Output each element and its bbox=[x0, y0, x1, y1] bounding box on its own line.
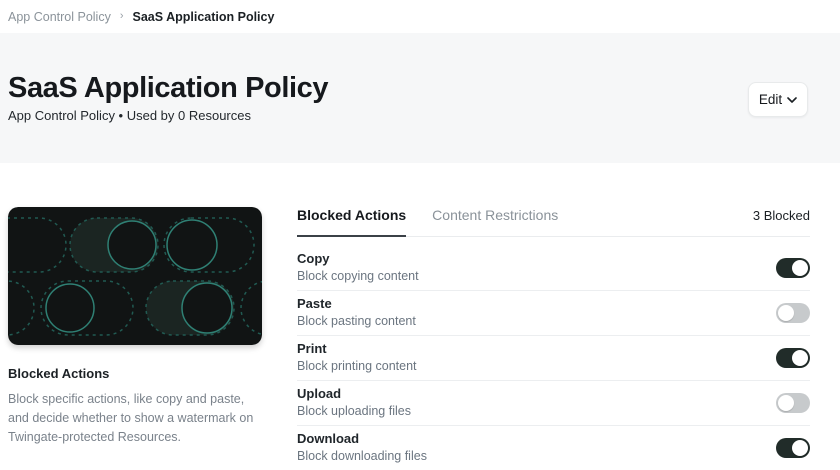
toggle-knob bbox=[778, 395, 794, 411]
page-title: SaaS Application Policy bbox=[8, 71, 832, 105]
section-info-panel: Blocked Actions Block specific actions, … bbox=[8, 207, 262, 470]
toggle-knob bbox=[792, 440, 808, 456]
blocked-count-badge: 3 Blocked bbox=[753, 207, 810, 223]
section-heading: Blocked Actions bbox=[8, 366, 262, 381]
action-title: Copy bbox=[297, 251, 419, 267]
download-toggle[interactable] bbox=[776, 438, 810, 458]
action-row-download: Download Block downloading files bbox=[297, 426, 810, 470]
copy-toggle[interactable] bbox=[776, 258, 810, 278]
action-subtitle: Block downloading files bbox=[297, 448, 427, 464]
action-subtitle: Block copying content bbox=[297, 268, 419, 284]
blocked-actions-list: Copy Block copying content Paste Block p… bbox=[297, 246, 810, 470]
action-title: Paste bbox=[297, 296, 416, 312]
action-subtitle: Block uploading files bbox=[297, 403, 411, 419]
upload-toggle[interactable] bbox=[776, 393, 810, 413]
chevron-right-icon: › bbox=[120, 10, 124, 22]
print-toggle[interactable] bbox=[776, 348, 810, 368]
action-row-text: Copy Block copying content bbox=[297, 251, 419, 284]
edit-button-label: Edit bbox=[759, 92, 782, 107]
section-description: Block specific actions, like copy and pa… bbox=[8, 390, 262, 447]
breadcrumb-parent-link[interactable]: App Control Policy bbox=[8, 10, 111, 24]
toggle-knob bbox=[792, 350, 808, 366]
action-title: Upload bbox=[297, 386, 411, 402]
toggle-knob bbox=[778, 305, 794, 321]
settings-panel: Blocked Actions Content Restrictions 3 B… bbox=[297, 207, 810, 470]
toggle-knob bbox=[792, 260, 808, 276]
main-content: Blocked Actions Block specific actions, … bbox=[0, 163, 840, 470]
breadcrumb: App Control Policy › SaaS Application Po… bbox=[0, 0, 840, 33]
action-row-text: Paste Block pasting content bbox=[297, 296, 416, 329]
action-title: Print bbox=[297, 341, 417, 357]
breadcrumb-current: SaaS Application Policy bbox=[133, 10, 275, 24]
toggle-switches-illustration bbox=[8, 207, 262, 345]
page-subtitle: App Control Policy • Used by 0 Resources bbox=[8, 108, 832, 123]
chevron-down-icon bbox=[787, 97, 797, 103]
paste-toggle[interactable] bbox=[776, 303, 810, 323]
edit-button[interactable]: Edit bbox=[748, 82, 808, 117]
action-row-print: Print Block printing content bbox=[297, 336, 810, 381]
toggle-illustration-svg bbox=[8, 207, 262, 345]
action-subtitle: Block printing content bbox=[297, 358, 417, 374]
tab-content-restrictions[interactable]: Content Restrictions bbox=[432, 207, 558, 237]
action-subtitle: Block pasting content bbox=[297, 313, 416, 329]
tab-bar: Blocked Actions Content Restrictions 3 B… bbox=[297, 207, 810, 237]
action-row-text: Print Block printing content bbox=[297, 341, 417, 374]
tab-blocked-actions[interactable]: Blocked Actions bbox=[297, 207, 406, 237]
action-row-paste: Paste Block pasting content bbox=[297, 291, 810, 336]
page-header: SaaS Application Policy App Control Poli… bbox=[0, 33, 840, 163]
action-row-copy: Copy Block copying content bbox=[297, 246, 810, 291]
action-title: Download bbox=[297, 431, 427, 447]
action-row-text: Download Block downloading files bbox=[297, 431, 427, 464]
action-row-text: Upload Block uploading files bbox=[297, 386, 411, 419]
action-row-upload: Upload Block uploading files bbox=[297, 381, 810, 426]
